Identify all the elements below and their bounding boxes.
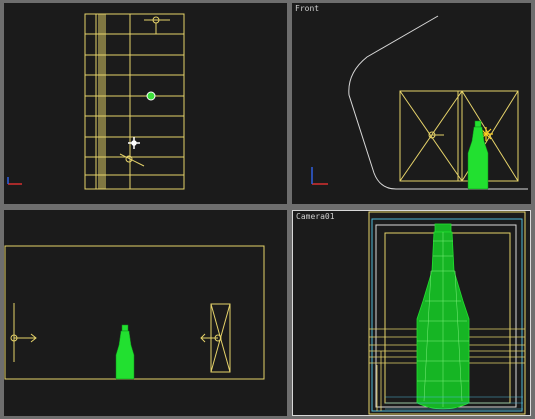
room-outline: [4, 245, 265, 380]
viewport-front-label: Front: [295, 4, 320, 13]
light-icon: [144, 16, 170, 34]
camera-icon: [119, 153, 145, 167]
viewport-camera-label: Camera01: [296, 212, 335, 221]
selected-object-marker: [146, 91, 156, 101]
viewport-left-canvas[interactable]: [4, 210, 287, 416]
axis-gizmo-icon: [311, 167, 328, 185]
camera-path: [348, 15, 528, 190]
viewport-front-canvas[interactable]: [292, 3, 531, 204]
bottle-wireframe: [467, 120, 489, 190]
bottle-wireframe: [115, 324, 135, 380]
viewport-front[interactable]: Front: [292, 3, 531, 204]
axis-gizmo-icon: [7, 177, 22, 185]
camera-icon: [10, 303, 37, 362]
viewport-camera[interactable]: Camera01: [292, 210, 531, 416]
window-side: [200, 303, 231, 373]
viewport-top-canvas[interactable]: [4, 3, 287, 204]
window-frame-outline: [84, 13, 185, 190]
viewport-top[interactable]: [4, 3, 287, 204]
viewport-camera-canvas[interactable]: [293, 211, 530, 415]
viewport-left[interactable]: [4, 210, 287, 416]
